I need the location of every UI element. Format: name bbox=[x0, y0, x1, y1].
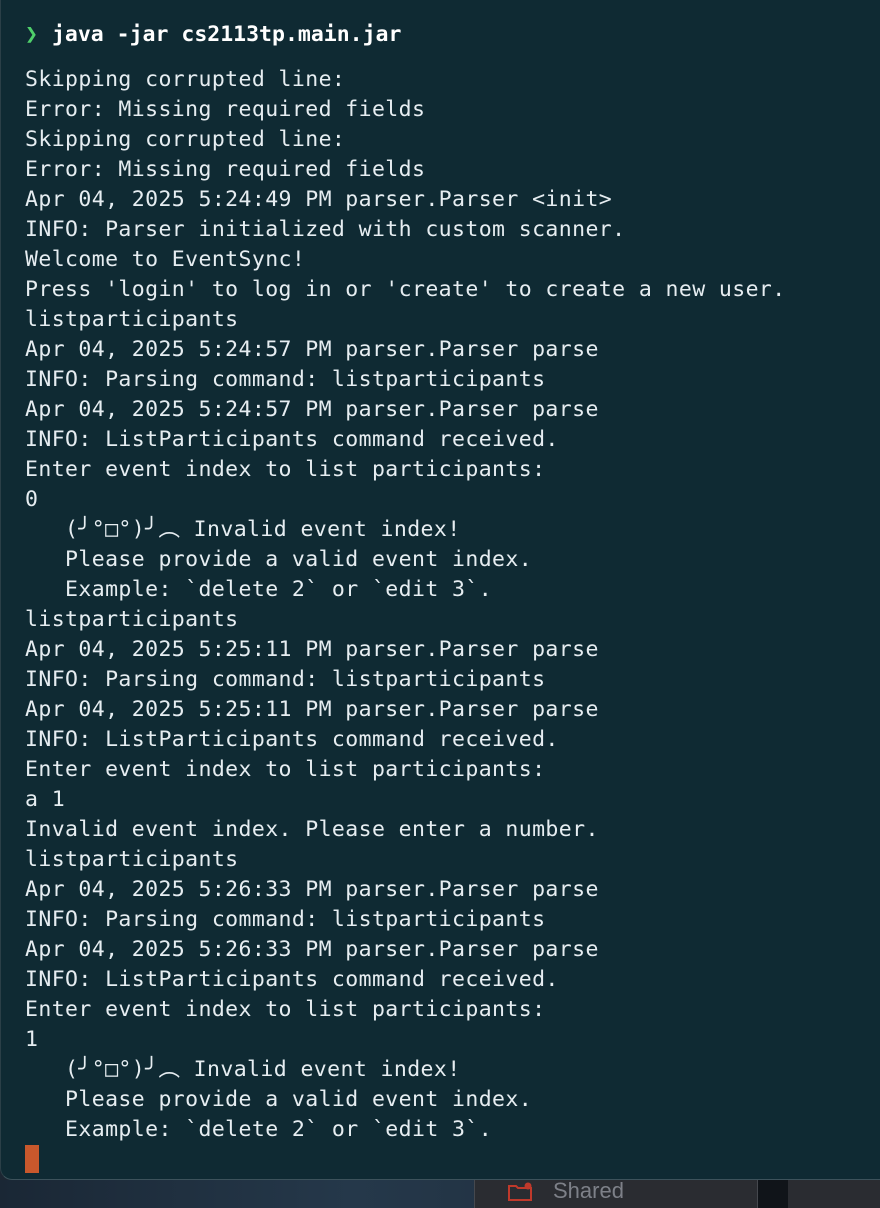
output-line: Please provide a valid event index. bbox=[25, 1087, 533, 1112]
shared-folder-tab[interactable]: Shared bbox=[474, 1180, 758, 1208]
output-line: 1 bbox=[25, 1027, 39, 1052]
background-window-edge bbox=[788, 1180, 880, 1208]
output-line: Invalid event index. Please enter a numb… bbox=[25, 817, 599, 842]
output-line: Example: `delete 2` or `edit 3`. bbox=[25, 1117, 493, 1142]
output-line: Enter event index to list participants: bbox=[25, 757, 546, 782]
terminal-window[interactable]: ❯ java -jar cs2113tp.main.jar Skipping co… bbox=[0, 0, 880, 1180]
output-line: a 1 bbox=[25, 787, 66, 812]
output-line: Skipping corrupted line: bbox=[25, 67, 346, 92]
entered-command: java -jar cs2113tp.main.jar bbox=[51, 22, 402, 47]
output-line: (╯°□°)╯︵ Invalid event index! bbox=[25, 517, 461, 542]
output-line: INFO: Parsing command: listparticipants bbox=[25, 367, 546, 392]
output-line: INFO: Parser initialized with custom sca… bbox=[25, 217, 626, 242]
output-line: Apr 04, 2025 5:26:33 PM parser.Parser pa… bbox=[25, 877, 599, 902]
window-gap bbox=[758, 1180, 788, 1208]
output-line: Enter event index to list participants: bbox=[25, 997, 546, 1022]
output-line: Skipping corrupted line: bbox=[25, 127, 346, 152]
shared-tab-label: Shared bbox=[553, 1180, 624, 1203]
output-line: Error: Missing required fields bbox=[25, 157, 426, 182]
output-line: listparticipants bbox=[25, 607, 239, 632]
output-line: (╯°□°)╯︵ Invalid event index! bbox=[25, 1057, 461, 1082]
output-line: Apr 04, 2025 5:26:33 PM parser.Parser pa… bbox=[25, 937, 599, 962]
output-line: Apr 04, 2025 5:25:11 PM parser.Parser pa… bbox=[25, 697, 599, 722]
output-line: Enter event index to list participants: bbox=[25, 457, 546, 482]
output-line: Press 'login' to log in or 'create' to c… bbox=[25, 277, 786, 302]
output-line: INFO: ListParticipants command received. bbox=[25, 727, 559, 752]
terminal-output: Skipping corrupted line: Error: Missing r… bbox=[25, 65, 786, 1145]
output-line: listparticipants bbox=[25, 307, 239, 332]
output-line: listparticipants bbox=[25, 847, 239, 872]
output-line: Apr 04, 2025 5:24:57 PM parser.Parser pa… bbox=[25, 337, 599, 362]
prompt-chevron-icon: ❯ bbox=[25, 22, 38, 47]
output-line: 0 bbox=[25, 487, 39, 512]
output-line: Apr 04, 2025 5:25:11 PM parser.Parser pa… bbox=[25, 637, 599, 662]
output-line: INFO: ListParticipants command received. bbox=[25, 427, 559, 452]
output-line: Example: `delete 2` or `edit 3`. bbox=[25, 577, 493, 602]
output-line: INFO: Parsing command: listparticipants bbox=[25, 667, 546, 692]
output-line: INFO: Parsing command: listparticipants bbox=[25, 907, 546, 932]
output-line: INFO: ListParticipants command received. bbox=[25, 967, 559, 992]
text-cursor[interactable] bbox=[25, 1145, 39, 1173]
output-line: Apr 04, 2025 5:24:49 PM parser.Parser <i… bbox=[25, 187, 613, 212]
output-line: Apr 04, 2025 5:24:57 PM parser.Parser pa… bbox=[25, 397, 599, 422]
output-line: Error: Missing required fields bbox=[25, 97, 426, 122]
folder-icon bbox=[508, 1182, 532, 1201]
command-prompt: ❯ java -jar cs2113tp.main.jar bbox=[25, 20, 401, 50]
output-line: Welcome to EventSync! bbox=[25, 247, 306, 272]
output-line: Please provide a valid event index. bbox=[25, 547, 533, 572]
